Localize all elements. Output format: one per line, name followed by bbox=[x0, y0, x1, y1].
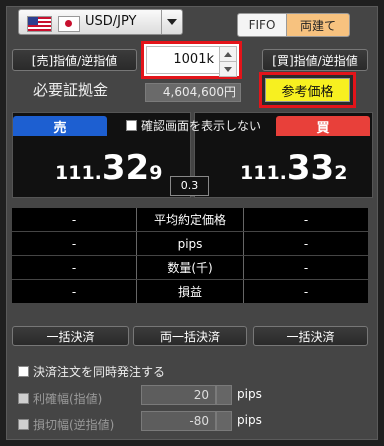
increment-button[interactable] bbox=[219, 46, 237, 62]
sell-price-prefix: 111. bbox=[55, 162, 102, 184]
settle-all-both-button[interactable]: 両一括決済 bbox=[133, 326, 247, 346]
decrement-button[interactable] bbox=[219, 61, 237, 77]
sell-price[interactable]: 111.329 bbox=[55, 148, 162, 188]
skip-confirm-label: 確認画面を表示しない bbox=[141, 119, 262, 133]
fifo-toggle[interactable]: FIFO bbox=[237, 13, 287, 37]
stop-loss-stepper[interactable] bbox=[216, 411, 232, 431]
currency-pair-label: USD/JPY bbox=[85, 14, 137, 29]
simultaneous-order-label: 決済注文を同時発注する bbox=[33, 365, 166, 379]
caret-up-icon bbox=[224, 51, 232, 57]
sell-pips: - bbox=[12, 232, 136, 255]
take-profit-stepper[interactable] bbox=[216, 385, 232, 405]
skip-confirm-checkbox[interactable] bbox=[126, 120, 137, 131]
buy-limit-stop-button[interactable]: [買]指値/逆指値 bbox=[262, 49, 368, 71]
skip-confirm-option[interactable]: 確認画面を表示しない bbox=[126, 117, 261, 134]
required-margin-label: 必要証拠金 bbox=[33, 81, 109, 99]
row-label: 数量(千) bbox=[136, 256, 244, 279]
row-label: pips bbox=[136, 232, 244, 255]
us-flag-icon bbox=[27, 16, 52, 32]
buy-pnl: - bbox=[244, 280, 368, 303]
jp-flag-icon bbox=[58, 16, 80, 32]
stop-loss-label: 損切幅(逆指値) bbox=[33, 418, 115, 432]
buy-avg-price: - bbox=[244, 208, 368, 231]
table-row: - 損益 - bbox=[12, 280, 368, 303]
sell-limit-stop-button[interactable]: [売]指値/逆指値 bbox=[12, 49, 137, 71]
table-row: - 平均約定価格 - bbox=[12, 208, 368, 231]
buy-quantity: - bbox=[244, 256, 368, 279]
simultaneous-order-option[interactable]: 決済注文を同時発注する bbox=[18, 363, 165, 380]
reference-price-highlight: 参考価格 bbox=[259, 72, 356, 108]
stop-loss-option: 損切幅(逆指値) bbox=[18, 416, 114, 433]
required-margin-value: 4,604,600円 bbox=[145, 83, 241, 102]
row-label: 平均約定価格 bbox=[136, 208, 244, 231]
row-label: 損益 bbox=[136, 280, 244, 303]
hedge-toggle[interactable]: 両建て bbox=[287, 13, 350, 37]
sell-pnl: - bbox=[12, 280, 136, 303]
currency-pair-select[interactable]: USD/JPY bbox=[18, 9, 183, 35]
settle-all-sell-button[interactable]: 一括決済 bbox=[12, 326, 129, 346]
buy-price[interactable]: 111.332 bbox=[240, 148, 347, 188]
take-profit-unit: pips bbox=[237, 387, 262, 401]
reference-price-button[interactable]: 参考価格 bbox=[265, 78, 350, 102]
position-info-table: - 平均約定価格 - - pips - - 数量(千) - - 損益 - bbox=[12, 208, 368, 304]
caret-down-icon bbox=[224, 66, 232, 72]
sell-tab: 売 bbox=[13, 116, 107, 136]
sell-quantity: - bbox=[12, 256, 136, 279]
buy-price-prefix: 111. bbox=[240, 162, 287, 184]
take-profit-option: 利確幅(指値) bbox=[18, 390, 102, 407]
quantity-stepper: 1001k bbox=[141, 41, 242, 79]
chevron-down-icon[interactable] bbox=[161, 10, 182, 34]
table-row: - pips - bbox=[12, 232, 368, 255]
simultaneous-order-checkbox[interactable] bbox=[18, 366, 29, 377]
buy-pips: - bbox=[244, 232, 368, 255]
sell-price-suffix: 9 bbox=[149, 162, 163, 184]
stop-loss-unit: pips bbox=[237, 413, 262, 427]
take-profit-checkbox[interactable] bbox=[18, 393, 29, 404]
take-profit-label: 利確幅(指値) bbox=[33, 392, 103, 406]
buy-tab: 買 bbox=[276, 116, 370, 136]
settle-all-buy-button[interactable]: 一括決済 bbox=[253, 326, 368, 346]
take-profit-input[interactable]: 20 bbox=[141, 385, 216, 405]
stop-loss-checkbox[interactable] bbox=[18, 419, 29, 430]
table-row: - 数量(千) - bbox=[12, 256, 368, 279]
stop-loss-input[interactable]: -80 bbox=[141, 411, 216, 431]
sell-avg-price: - bbox=[12, 208, 136, 231]
buy-price-main: 33 bbox=[286, 148, 335, 188]
buy-price-suffix: 2 bbox=[334, 162, 348, 184]
sell-price-main: 32 bbox=[101, 148, 150, 188]
quantity-input[interactable]: 1001k bbox=[146, 46, 221, 74]
spread-value: 0.3 bbox=[170, 176, 209, 196]
